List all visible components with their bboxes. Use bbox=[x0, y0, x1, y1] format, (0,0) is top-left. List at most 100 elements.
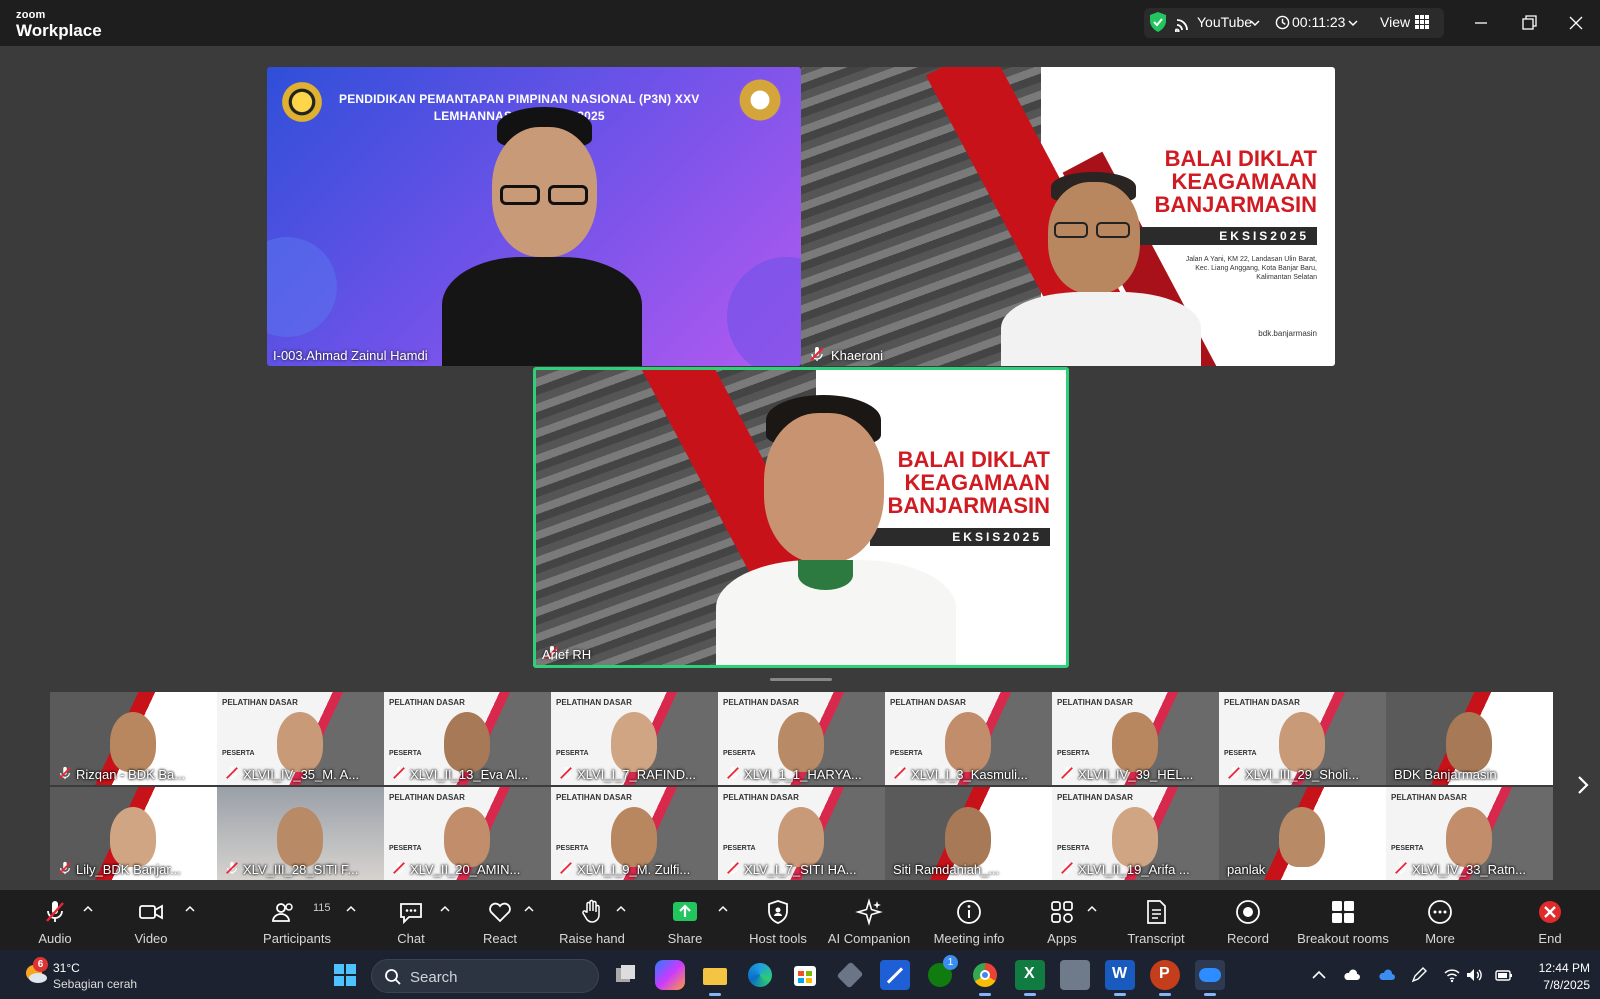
brand-bottom: Workplace bbox=[16, 21, 102, 40]
gallery-tile[interactable]: BDK Banjarmasin bbox=[1386, 692, 1553, 785]
gallery-resize-handle[interactable] bbox=[770, 678, 832, 681]
gallery-tile[interactable]: PELATIHAN DASAR PESERTA XLVI_I_9_M. Zulfi.… bbox=[551, 787, 718, 880]
chrome-icon[interactable] bbox=[970, 960, 1000, 996]
edge-icon[interactable] bbox=[745, 960, 775, 990]
record-button[interactable]: Record bbox=[1223, 890, 1273, 950]
react-button[interactable]: React bbox=[475, 890, 525, 950]
taskbar-clock[interactable]: 12:44 PM 7/8/2025 bbox=[1530, 960, 1590, 994]
more-button[interactable]: More bbox=[1415, 890, 1465, 950]
chevron-down-icon[interactable] bbox=[1250, 18, 1260, 28]
weather-condition[interactable]: Sebagian cerah bbox=[53, 977, 137, 991]
video-tile-speaker-2[interactable]: BALAI DIKLAT KEAGAMAAN BANJARMASIN EKSIS… bbox=[801, 67, 1335, 366]
gallery-tile[interactable]: PELATIHAN DASAR PESERTA XLVI_I_7_RAFIND... bbox=[551, 692, 718, 785]
app-stats-icon[interactable] bbox=[880, 960, 910, 990]
muted-mic-icon bbox=[226, 861, 238, 875]
chevron-up-icon[interactable] bbox=[346, 904, 356, 914]
video-tile-active-speaker[interactable]: BALAI DIKLAT KEAGAMAAN BANJARMASIN EKSIS… bbox=[533, 367, 1069, 668]
excel-icon[interactable]: X bbox=[1015, 960, 1045, 996]
chevron-down-icon[interactable] bbox=[1348, 18, 1358, 28]
chevron-up-icon[interactable] bbox=[440, 904, 450, 914]
chat-button[interactable]: Chat bbox=[386, 890, 436, 950]
end-button[interactable]: End bbox=[1525, 890, 1575, 950]
breakout-rooms-button[interactable]: Breakout rooms bbox=[1293, 890, 1393, 950]
close-icon[interactable] bbox=[1563, 10, 1589, 36]
sparkle-icon bbox=[855, 898, 883, 926]
gallery-tile[interactable]: PELATIHAN DASAR PESERTA XLVII_IV_39_HEL... bbox=[1052, 692, 1219, 785]
audio-button[interactable]: Audio bbox=[30, 890, 80, 950]
chevron-up-icon[interactable] bbox=[524, 904, 534, 914]
gallery-tile[interactable]: XLV_III_28_SITI F... bbox=[217, 787, 384, 880]
gallery-tile[interactable]: Siti Ramdaniah_... bbox=[885, 787, 1052, 880]
minimize-icon[interactable] bbox=[1468, 10, 1494, 36]
taskbar-search[interactable]: Search bbox=[371, 959, 599, 993]
calculator-icon[interactable] bbox=[1060, 960, 1090, 990]
gallery-tile[interactable]: PELATIHAN DASAR PESERTA XLVI_1_1_HARYA... bbox=[718, 692, 885, 785]
background-label: PESERTA bbox=[222, 750, 255, 757]
app-cube-icon[interactable] bbox=[835, 960, 865, 990]
chevron-up-icon[interactable] bbox=[616, 904, 626, 914]
breakout-rooms-icon bbox=[1332, 901, 1354, 923]
restore-icon[interactable] bbox=[1516, 10, 1542, 36]
word-icon[interactable]: W bbox=[1105, 960, 1135, 996]
participant-video bbox=[716, 395, 956, 665]
chevron-up-icon[interactable] bbox=[1310, 966, 1328, 984]
task-view-icon[interactable] bbox=[610, 960, 640, 990]
file-explorer-icon[interactable] bbox=[700, 960, 730, 996]
zoom-taskbar-icon[interactable] bbox=[1195, 960, 1225, 996]
view-button[interactable]: View bbox=[1380, 14, 1410, 30]
windows-start-icon[interactable] bbox=[330, 960, 360, 990]
share-screen-icon bbox=[673, 902, 697, 921]
more-icon bbox=[1428, 900, 1452, 924]
encryption-shield-icon[interactable] bbox=[1148, 11, 1168, 33]
video-button[interactable]: Video bbox=[126, 890, 176, 950]
gallery-tile[interactable]: PELATIHAN DASAR PESERTA XLV_I_7_SITI HA... bbox=[718, 787, 885, 880]
chevron-up-icon[interactable] bbox=[83, 904, 93, 914]
meeting-info-button[interactable]: Meeting info bbox=[929, 890, 1009, 950]
participant-name: XLV_I_7_SITI HA... bbox=[744, 862, 857, 877]
gallery-tile[interactable]: panlak bbox=[1219, 787, 1386, 880]
chevron-up-icon[interactable] bbox=[185, 904, 195, 914]
background-label: PELATIHAN DASAR bbox=[389, 793, 465, 802]
participant-name: Rizqan - BDK Ba... bbox=[76, 767, 186, 782]
pen-icon[interactable] bbox=[1410, 966, 1428, 984]
gallery-tile[interactable]: Rizqan - BDK Ba... bbox=[50, 692, 217, 785]
meeting-timer[interactable]: 00:11:23 bbox=[1292, 14, 1345, 30]
participant-video bbox=[442, 107, 642, 366]
gallery-tile[interactable]: Lily_BDK Banjar... bbox=[50, 787, 217, 880]
gallery-tile[interactable]: PELATIHAN DASAR PESERTA XLV_II_20_AMIN... bbox=[384, 787, 551, 880]
apps-button[interactable]: Apps bbox=[1037, 890, 1087, 950]
weather-temperature[interactable]: 31°C bbox=[53, 961, 80, 975]
host-tools-button[interactable]: Host tools bbox=[748, 890, 808, 950]
participant-name: XLVI_I_9_M. Zulfi... bbox=[577, 862, 691, 877]
participants-button[interactable]: Participants bbox=[262, 890, 332, 950]
gallery-tile[interactable]: PELATIHAN DASAR PESERTA XLVII_IV_35_M. A..… bbox=[217, 692, 384, 785]
cloud-icon[interactable] bbox=[1343, 966, 1361, 984]
grid-view-icon[interactable] bbox=[1415, 15, 1429, 29]
store-icon[interactable] bbox=[790, 960, 820, 990]
clock-time: 12:44 PM bbox=[1538, 961, 1590, 975]
gallery-tile[interactable]: PELATIHAN DASAR PESERTA XLVI_I_3_Kasmuli..… bbox=[885, 692, 1052, 785]
powerpoint-icon[interactable]: P bbox=[1150, 960, 1180, 996]
raise-hand-button[interactable]: Raise hand bbox=[557, 890, 627, 950]
video-tile-speaker-1[interactable]: PENDIDIKAN PEMANTAPAN PIMPINAN NASIONAL … bbox=[267, 67, 801, 366]
chevron-up-icon[interactable] bbox=[1087, 904, 1097, 914]
chevron-up-icon[interactable] bbox=[718, 904, 728, 914]
volume-icon[interactable] bbox=[1465, 966, 1483, 984]
copilot-icon[interactable] bbox=[655, 960, 685, 990]
gallery-tile[interactable]: PELATIHAN DASAR PESERTA XLVI_III_29_Sholi.… bbox=[1219, 692, 1386, 785]
xbox-icon[interactable]: 1 bbox=[925, 955, 958, 990]
participant-name: XLVI_IV_33_Ratn... bbox=[1412, 862, 1526, 877]
participant-video bbox=[611, 712, 657, 772]
livestream-icon bbox=[1175, 19, 1188, 32]
onedrive-icon[interactable] bbox=[1378, 966, 1396, 984]
wifi-icon[interactable] bbox=[1443, 966, 1461, 984]
gallery-tile[interactable]: PELATIHAN DASAR PESERTA XLVI_II_19_Arifa .… bbox=[1052, 787, 1219, 880]
gallery-tile[interactable]: PELATIHAN DASAR PESERTA XLVI_IV_33_Ratn... bbox=[1386, 787, 1553, 880]
share-button[interactable]: Share bbox=[660, 890, 710, 950]
gallery-tile[interactable]: PELATIHAN DASAR PESERTA XLVI_II_13_Eva Al.… bbox=[384, 692, 551, 785]
livestream-target[interactable]: YouTube bbox=[1197, 14, 1252, 30]
chevron-right-icon[interactable] bbox=[1572, 770, 1594, 800]
transcript-button[interactable]: Transcript bbox=[1126, 890, 1186, 950]
battery-icon[interactable] bbox=[1495, 966, 1513, 984]
ai-companion-button[interactable]: AI Companion bbox=[828, 890, 910, 950]
